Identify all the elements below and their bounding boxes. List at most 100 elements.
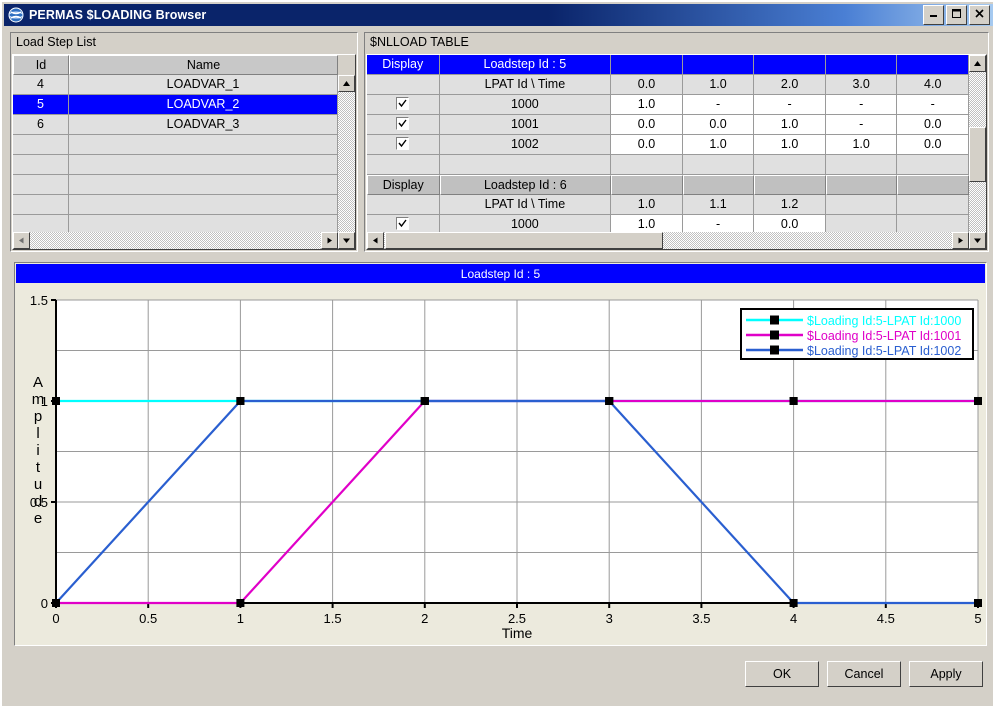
header-spacer <box>611 175 683 195</box>
table-row-separator <box>367 155 969 175</box>
nlload-vertical-scrollbar[interactable] <box>969 55 986 232</box>
table-row[interactable]: 6 LOADVAR_3 <box>13 115 338 135</box>
value-cell[interactable]: - <box>826 115 898 135</box>
value-cell[interactable]: 0.0 <box>754 215 826 232</box>
value-cell[interactable]: 0.0 <box>897 115 969 135</box>
lpat-id: 1000 <box>440 95 612 115</box>
nlload-table-view: Display Loadstep Id : 5 LPAT Id \ Time 0… <box>367 55 969 232</box>
display-checkbox[interactable] <box>396 97 409 110</box>
triangle-up-icon <box>973 57 982 71</box>
value-cell[interactable]: - <box>683 215 755 232</box>
svg-text:$Loading Id:5-LPAT Id:1000: $Loading Id:5-LPAT Id:1000 <box>807 314 961 328</box>
triangle-left-icon <box>371 234 380 248</box>
close-icon <box>974 8 985 22</box>
svg-text:4.5: 4.5 <box>877 611 895 626</box>
table-row-empty[interactable] <box>13 135 338 155</box>
display-checkbox-cell[interactable] <box>367 95 440 115</box>
maximize-button[interactable] <box>946 5 967 25</box>
value-cell[interactable]: 0.0 <box>683 115 755 135</box>
value-cell[interactable]: 0.0 <box>611 135 683 155</box>
time-value: 3.0 <box>826 75 898 95</box>
value-cell[interactable]: 1.0 <box>754 135 826 155</box>
time-header-row: LPAT Id \ Time 0.0 1.0 2.0 3.0 4.0 <box>367 75 969 95</box>
column-header-name[interactable]: Name <box>69 55 338 75</box>
header-spacer <box>754 55 826 75</box>
header-display: Display <box>367 175 440 195</box>
header-loadstep-title: Loadstep Id : 6 <box>440 175 612 195</box>
scroll-up-button[interactable] <box>338 75 355 92</box>
maximize-icon <box>951 8 962 22</box>
value-cell[interactable]: 1.0 <box>683 135 755 155</box>
value-cell[interactable]: 0.0 <box>897 135 969 155</box>
table-row[interactable]: 1000 1.0 - 0.0 <box>367 215 969 232</box>
load-step-list-horizontal-scrollbar[interactable] <box>13 232 338 249</box>
table-row-empty[interactable] <box>13 215 338 232</box>
display-checkbox[interactable] <box>396 217 409 230</box>
load-step-list-panel: Load Step List Id Name 4 LOADVAR_1 5 LOA… <box>10 32 358 252</box>
table-row[interactable]: 4 LOADVAR_1 <box>13 75 338 95</box>
svg-text:$Loading Id:5-LPAT Id:1002: $Loading Id:5-LPAT Id:1002 <box>807 344 961 358</box>
time-header-row: LPAT Id \ Time 1.0 1.1 1.2 <box>367 195 969 215</box>
value-cell[interactable]: - <box>897 95 969 115</box>
load-step-list-vertical-scrollbar[interactable] <box>338 75 355 232</box>
display-checkbox[interactable] <box>396 137 409 150</box>
scroll-right-button[interactable] <box>321 232 338 249</box>
nlload-table-panel: $NLLOAD TABLE Display Loadstep Id : 5 LP… <box>364 32 989 252</box>
scroll-thumb[interactable] <box>969 127 986 182</box>
value-cell[interactable]: - <box>754 95 826 115</box>
display-checkbox[interactable] <box>396 117 409 130</box>
column-header-id[interactable]: Id <box>13 55 69 75</box>
value-cell[interactable]: 1.0 <box>611 95 683 115</box>
table-row[interactable]: 1001 0.0 0.0 1.0 - 0.0 <box>367 115 969 135</box>
value-cell[interactable]: 1.0 <box>611 215 683 232</box>
svg-text:t: t <box>36 459 41 476</box>
scroll-left-button[interactable] <box>367 232 384 249</box>
table-row-empty[interactable] <box>13 155 338 175</box>
scroll-track[interactable] <box>338 92 355 232</box>
triangle-down-icon <box>342 234 351 248</box>
scroll-down-button[interactable] <box>969 232 986 249</box>
scroll-track[interactable] <box>30 232 321 249</box>
scroll-down-button[interactable] <box>338 232 355 249</box>
scroll-right-button[interactable] <box>952 232 969 249</box>
ok-button[interactable]: OK <box>745 661 819 687</box>
svg-text:d: d <box>34 493 42 510</box>
time-value: 4.0 <box>897 75 969 95</box>
time-value: 1.2 <box>754 195 826 215</box>
minimize-button[interactable] <box>923 5 944 25</box>
scroll-thumb[interactable] <box>385 232 663 249</box>
value-cell[interactable]: 1.0 <box>826 135 898 155</box>
value-cell[interactable]: - <box>683 95 755 115</box>
nlload-horizontal-scrollbar[interactable] <box>367 232 969 249</box>
value-cell[interactable]: 1.0 <box>754 115 826 135</box>
load-step-list-rows: 4 LOADVAR_1 5 LOADVAR_2 6 LOADVAR_3 <box>13 75 338 232</box>
display-checkbox-cell[interactable] <box>367 135 440 155</box>
cell-name: LOADVAR_1 <box>69 75 338 95</box>
table-row-empty[interactable] <box>13 195 338 215</box>
scroll-left-button[interactable] <box>13 232 30 249</box>
lpat-id: 1001 <box>440 115 612 135</box>
scroll-up-button[interactable] <box>969 55 986 72</box>
display-checkbox-cell[interactable] <box>367 215 440 232</box>
table-row-empty[interactable] <box>13 175 338 195</box>
chart-frame: Loadstep Id : 5 00.511.500.511.522.533.5… <box>14 262 987 646</box>
title-bar: PERMAS $LOADING Browser <box>4 4 993 26</box>
cancel-button[interactable]: Cancel <box>827 661 901 687</box>
svg-text:m: m <box>32 391 45 408</box>
table-row[interactable]: 1000 1.0 - - - - <box>367 95 969 115</box>
value-cell[interactable]: - <box>826 95 898 115</box>
load-step-list-header: Id Name <box>13 55 355 75</box>
cell-name: LOADVAR_3 <box>69 115 338 135</box>
close-button[interactable] <box>969 5 990 25</box>
lpat-id: 1000 <box>440 215 612 232</box>
section-header-row: Display Loadstep Id : 5 <box>367 55 969 75</box>
chart-panel: Loadstep Id : 5 00.511.500.511.522.533.5… <box>12 260 989 648</box>
display-checkbox-cell[interactable] <box>367 115 440 135</box>
table-row[interactable]: 1002 0.0 1.0 1.0 1.0 0.0 <box>367 135 969 155</box>
svg-text:1.5: 1.5 <box>324 611 342 626</box>
value-cell[interactable]: 0.0 <box>611 115 683 135</box>
table-row[interactable]: 5 LOADVAR_2 <box>13 95 338 115</box>
apply-button[interactable]: Apply <box>909 661 983 687</box>
triangle-right-icon <box>956 234 965 248</box>
chart-title-bar: Loadstep Id : 5 <box>16 264 985 283</box>
